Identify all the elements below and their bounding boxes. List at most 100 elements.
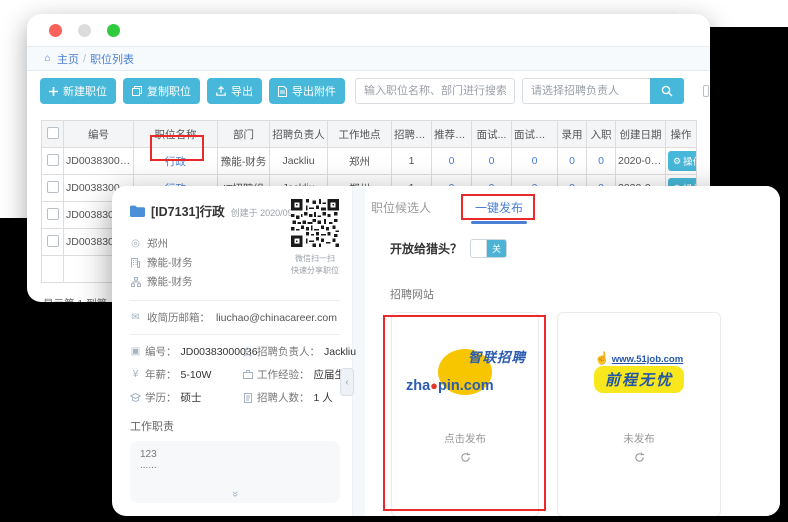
cell-onboard-link[interactable]: 0 bbox=[598, 155, 604, 167]
row-checkbox[interactable] bbox=[47, 154, 59, 166]
owner-select-input[interactable] bbox=[522, 78, 650, 104]
copy-position-label: 复制职位 bbox=[147, 83, 191, 99]
window-close-button[interactable] bbox=[49, 24, 62, 37]
col-header-actions: 操作 bbox=[666, 121, 697, 148]
new-position-button[interactable]: 新建职位 bbox=[40, 78, 116, 104]
col-header-created[interactable]: 创建日期 bbox=[616, 121, 666, 148]
breadcrumb-current[interactable]: 职位列表 bbox=[90, 51, 134, 67]
publish-panel: 职位候选人 一键发布 开放给猎头？ 关 招聘网站 bbox=[365, 186, 780, 516]
qr-code bbox=[291, 199, 339, 247]
screenshot-canvas: ⌂ 主页 / 职位列表 新建职位 复制职位 导出 导出附件 bbox=[0, 0, 788, 522]
duties-line: 123 bbox=[140, 449, 330, 460]
cell-hired-link[interactable]: 0 bbox=[569, 155, 575, 167]
row-actions-button[interactable]: ⚙操作 bbox=[668, 151, 697, 171]
row-checkbox[interactable] bbox=[47, 208, 59, 220]
graduation-icon bbox=[130, 393, 141, 402]
cell-dept: 豫能-财务 bbox=[218, 148, 270, 175]
export-button[interactable]: 导出 bbox=[207, 78, 262, 104]
id-badge-icon: ▣ bbox=[130, 346, 141, 357]
breadcrumb-home[interactable]: 主页 bbox=[57, 51, 79, 67]
search-input[interactable] bbox=[355, 78, 515, 104]
cell-location: 郑州 bbox=[328, 148, 392, 175]
cell-headcount: 1 bbox=[392, 148, 432, 175]
col-header-location[interactable]: 工作地点 bbox=[328, 121, 392, 148]
mail-icon: ✉ bbox=[130, 312, 141, 323]
table-row: JD00383000036 行政 豫能-财务 Jackliu 郑州 1 0 0 … bbox=[42, 148, 697, 175]
cell-recommended-link[interactable]: 0 bbox=[449, 155, 455, 167]
refresh-icon[interactable] bbox=[634, 452, 645, 463]
search-icon bbox=[661, 85, 673, 97]
col-header-onboard[interactable]: 入职 bbox=[587, 121, 616, 148]
col-header-name[interactable]: 职位名称 bbox=[134, 121, 218, 148]
toolbar: 新建职位 复制职位 导出 导出附件 bbox=[27, 71, 710, 111]
field-label: 年薪： bbox=[145, 367, 177, 382]
zhaopin-red-dot: ● bbox=[430, 378, 438, 393]
job51-publish-card[interactable]: ☝ www.51job.com 前程无忧 未发布 bbox=[557, 312, 721, 516]
export-icon bbox=[216, 86, 226, 96]
file-icon bbox=[278, 86, 287, 97]
row-checkbox[interactable] bbox=[47, 181, 59, 193]
col-header-interview[interactable]: 面试... bbox=[472, 121, 512, 148]
zhaopin-status: 点击发布 bbox=[444, 431, 486, 446]
job51-logo: ☝ www.51job.com 前程无忧 bbox=[594, 351, 684, 393]
col-header-id[interactable]: 编号 bbox=[64, 121, 134, 148]
position-org: 豫能-财务 bbox=[147, 274, 193, 289]
search-button[interactable] bbox=[650, 78, 684, 104]
zhaopin-logo: 智联招聘 zha●pin.com bbox=[406, 347, 524, 397]
position-department: 豫能-财务 bbox=[147, 255, 193, 270]
position-detail-modal: [ID7131]行政 创建于 2020/09 微信扫一扫 快速分享职位 bbox=[112, 186, 780, 516]
briefcase-icon bbox=[242, 370, 253, 379]
toggle-state-label: 关 bbox=[487, 240, 506, 257]
col-header-hired[interactable]: 录用 bbox=[558, 121, 587, 148]
zhaopin-logo-cn: 智联招聘 bbox=[468, 346, 526, 366]
duties-section-title: 工作职责 bbox=[130, 418, 340, 434]
zhaopin-publish-card[interactable]: 智联招聘 zha●pin.com 点击发布 bbox=[391, 312, 539, 516]
cell-interview-out-link[interactable]: 0 bbox=[532, 155, 538, 167]
copy-icon bbox=[132, 86, 142, 96]
col-header-dept[interactable]: 部门 bbox=[218, 121, 270, 148]
col-header-headcount[interactable]: 招聘人... bbox=[392, 121, 432, 148]
field-label: 学历： bbox=[145, 390, 177, 405]
headhunter-toggle[interactable]: 关 bbox=[470, 239, 507, 258]
window-maximize-button[interactable] bbox=[107, 24, 120, 37]
headcount-icon bbox=[242, 393, 253, 403]
plus-icon bbox=[49, 87, 58, 96]
department-icon bbox=[130, 258, 141, 268]
row-actions-label: 操作 bbox=[683, 154, 696, 168]
duties-section-box: 123 ...... » bbox=[130, 441, 340, 503]
headhunter-checkbox[interactable] bbox=[703, 85, 709, 97]
folder-icon bbox=[130, 205, 145, 217]
window-minimize-button[interactable] bbox=[78, 24, 91, 37]
position-name-link[interactable]: 行政 bbox=[165, 156, 186, 168]
job51-logo-cn: 前程无忧 bbox=[594, 366, 684, 393]
row-checkbox[interactable] bbox=[47, 235, 59, 247]
zhaopin-logo-en: zha●pin.com bbox=[406, 378, 494, 394]
col-header-owner[interactable]: 招聘负责人 bbox=[270, 121, 328, 148]
export-attachments-button[interactable]: 导出附件 bbox=[269, 78, 345, 104]
location-icon: ◎ bbox=[130, 238, 141, 249]
job51-status: 未发布 bbox=[623, 431, 655, 446]
duties-line: ...... bbox=[140, 460, 330, 471]
position-fields: ▣编号：JD00383000036 招聘负责人：Jackliu ¥年薪：5-10… bbox=[130, 344, 340, 405]
tab-one-click-publish[interactable]: 一键发布 bbox=[475, 199, 523, 222]
refresh-icon[interactable] bbox=[460, 452, 471, 463]
expand-chevron-icon[interactable]: » bbox=[229, 491, 241, 497]
export-attachments-label: 导出附件 bbox=[292, 83, 336, 99]
background-left bbox=[0, 0, 27, 218]
cell-interview-link[interactable]: 0 bbox=[489, 155, 495, 167]
select-all-checkbox[interactable] bbox=[47, 127, 59, 139]
gear-icon: ⚙ bbox=[673, 156, 681, 167]
col-header-recommended[interactable]: 推荐候... bbox=[432, 121, 472, 148]
job51-url: www.51job.com bbox=[612, 354, 683, 365]
cell-owner: Jackliu bbox=[270, 148, 328, 175]
field-value: 5-10W bbox=[181, 369, 212, 381]
tab-candidates[interactable]: 职位候选人 bbox=[371, 199, 431, 222]
field-label: 编号： bbox=[145, 344, 177, 359]
window-titlebar bbox=[27, 14, 710, 46]
resume-email-label: 收简历邮箱： bbox=[147, 310, 210, 325]
col-header-interview-out[interactable]: 面试淘汰 bbox=[512, 121, 558, 148]
hand-icon: ☝ bbox=[595, 351, 610, 365]
field-label: 招聘负责人： bbox=[257, 344, 320, 359]
collapse-panel-button[interactable]: ‹ bbox=[340, 368, 354, 396]
copy-position-button[interactable]: 复制职位 bbox=[123, 78, 200, 104]
